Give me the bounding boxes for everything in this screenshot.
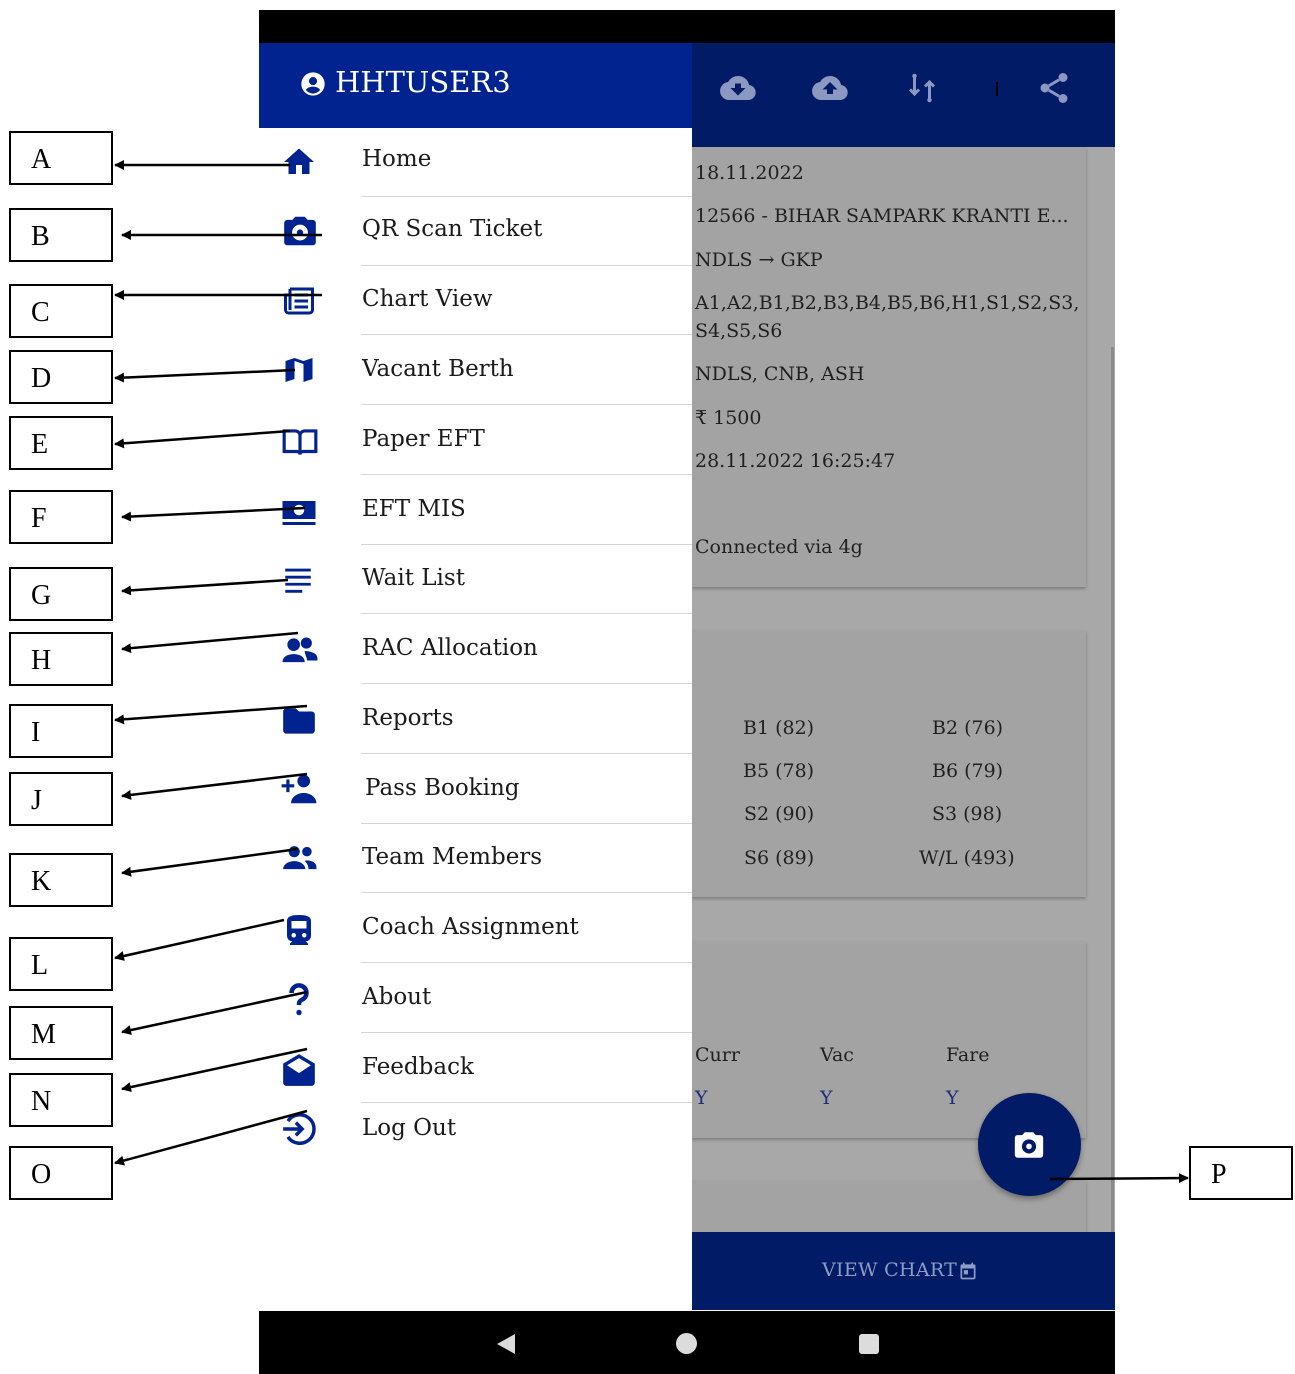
- arrow-j: [121, 772, 308, 800]
- callout-e: E: [9, 416, 113, 470]
- callout-l: L: [9, 937, 113, 991]
- callout-c: C: [9, 284, 113, 338]
- callout-h: H: [9, 632, 113, 686]
- callout-m: M: [9, 1006, 113, 1060]
- arrow-o: [114, 1109, 308, 1166]
- callout-b: B: [9, 208, 113, 262]
- arrow-h: [121, 631, 299, 654]
- annotation-arrows: [114, 160, 1189, 1184]
- arrow-g: [121, 578, 289, 596]
- callout-j: J: [9, 772, 113, 826]
- callout-k: K: [9, 853, 113, 907]
- arrow-e: [114, 429, 291, 449]
- callout-a: A: [9, 131, 113, 185]
- arrow-f: [121, 506, 306, 522]
- callout-n: N: [9, 1073, 113, 1127]
- callout-p: P: [1189, 1146, 1293, 1200]
- arrow-l: [114, 918, 285, 961]
- arrow-d: [114, 368, 296, 383]
- arrow-n: [121, 1047, 308, 1092]
- callout-d: D: [9, 350, 113, 404]
- callout-g: G: [9, 567, 113, 621]
- arrow-m: [121, 990, 308, 1035]
- callout-o: O: [9, 1146, 113, 1200]
- arrow-p: [1049, 1173, 1189, 1184]
- arrow-i: [114, 704, 308, 725]
- callout-f: F: [9, 490, 113, 544]
- arrow-k: [121, 847, 299, 877]
- callout-i: I: [9, 704, 113, 758]
